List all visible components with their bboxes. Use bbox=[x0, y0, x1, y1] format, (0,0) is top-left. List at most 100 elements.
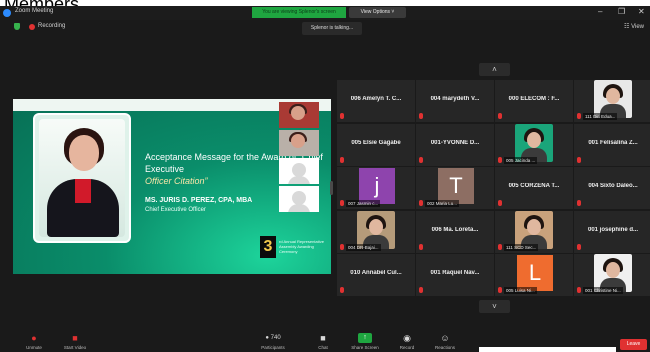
avatar-body-icon bbox=[288, 204, 310, 212]
muted-mic-icon bbox=[340, 113, 344, 119]
maximize-icon[interactable]: ❐ bbox=[618, 7, 625, 16]
muted-mic-icon bbox=[498, 157, 502, 163]
record-label: Record bbox=[399, 345, 415, 350]
participant-name: 010 Annabel Cul... bbox=[350, 270, 402, 276]
chat-button[interactable]: ■ Chat bbox=[306, 333, 340, 351]
participant-name: 004 Sixto Daleo... bbox=[588, 183, 638, 189]
muted-mic-icon bbox=[577, 157, 581, 163]
participant-tile[interactable]: 006 Amelyn T. C... bbox=[337, 80, 415, 122]
participant-name: 004 marydeth V... bbox=[430, 96, 480, 102]
start-video-label: Start Video bbox=[63, 345, 87, 350]
chat-label: Chat bbox=[318, 345, 328, 350]
muted-mic-icon bbox=[340, 287, 344, 293]
page-up-button[interactable]: ˄ bbox=[479, 63, 510, 76]
reactions-label: Reactions bbox=[434, 345, 455, 350]
participant-name: 005 CORZENA T... bbox=[508, 183, 560, 189]
participant-label: 005 Jacinda ... bbox=[504, 157, 538, 164]
participant-tile[interactable]: 010 Annabel Cul... bbox=[337, 254, 415, 296]
muted-mic-icon bbox=[340, 244, 344, 250]
participant-tile[interactable]: 004 marydeth V... bbox=[416, 80, 494, 122]
participants-button[interactable]: ● 740 Participants bbox=[256, 333, 290, 351]
muted-mic-icon bbox=[498, 113, 502, 119]
page-down-button[interactable]: ˅ bbox=[479, 300, 510, 313]
participant-gallery: 006 Amelyn T. C... 004 marydeth V... 000 E… bbox=[337, 80, 650, 296]
unmute-label: Unmute bbox=[26, 345, 42, 350]
video-face bbox=[527, 219, 541, 235]
recording-label: Recording bbox=[38, 23, 66, 29]
participant-initial-avatar: L bbox=[517, 255, 553, 291]
security-shield-icon[interactable] bbox=[14, 23, 20, 30]
unmute-button[interactable]: ● Unmute bbox=[17, 333, 51, 351]
view-label: View bbox=[631, 24, 644, 30]
participant-name: 000 ELECOM : F... bbox=[508, 96, 560, 102]
slide-speaker-name: MS. JURIS D. PEREZ, CPA, MBA bbox=[145, 197, 253, 204]
speaker-thumbnail-strip bbox=[279, 102, 319, 214]
start-video-button[interactable]: ■ Start Video bbox=[58, 333, 92, 351]
participants-label: Participants bbox=[261, 345, 285, 350]
participant-tile[interactable]: 005 CORZENA T... bbox=[495, 167, 573, 209]
photo-face bbox=[69, 135, 99, 171]
muted-mic-icon bbox=[419, 200, 423, 206]
recording-icon bbox=[29, 24, 35, 30]
participant-tile[interactable]: L 005 Luisa Ni... bbox=[495, 254, 573, 296]
thumbnail-tile[interactable] bbox=[279, 186, 319, 212]
avatar-body-icon bbox=[288, 176, 310, 184]
muted-mic-icon bbox=[419, 244, 423, 250]
zoom-logo-icon bbox=[3, 9, 11, 17]
muted-microphone-icon: ● bbox=[31, 333, 37, 343]
participant-tile[interactable]: 001 Christine Ni... bbox=[574, 254, 650, 296]
close-icon[interactable]: ✕ bbox=[638, 7, 645, 16]
participant-tile[interactable]: 005 Elsie Gagabe bbox=[337, 124, 415, 166]
reactions-button[interactable]: ☺ Reactions bbox=[428, 333, 462, 351]
participant-tile[interactable]: 001 Felisalina Z... bbox=[574, 124, 650, 166]
view-button[interactable]: ☷ View bbox=[624, 23, 644, 30]
thumbnail-tile[interactable] bbox=[279, 130, 319, 156]
participant-label: 005 Luisa Ni... bbox=[504, 287, 537, 294]
muted-mic-icon bbox=[498, 287, 502, 293]
muted-mic-icon bbox=[419, 157, 423, 163]
participant-label: 001 Christine Ni... bbox=[583, 287, 623, 294]
participant-tile[interactable]: 000 ELECOM : F... bbox=[495, 80, 573, 122]
participant-tile[interactable]: 004 Sixto Daleo... bbox=[574, 167, 650, 209]
muted-mic-icon bbox=[577, 287, 581, 293]
video-off-icon: ■ bbox=[72, 333, 78, 343]
thumbnail-face bbox=[291, 106, 305, 120]
participant-tile[interactable]: 005 Jacinda ... bbox=[495, 124, 573, 166]
participant-tile[interactable]: 111 SCD Sec... bbox=[495, 211, 573, 253]
participant-tile[interactable]: j 007 Jasmin c... bbox=[337, 167, 415, 209]
chat-icon: ■ bbox=[320, 333, 326, 343]
participant-label: 007 Jasmin c... bbox=[346, 200, 381, 207]
slide-speaker-role: Chief Executive Officer bbox=[145, 207, 206, 213]
video-face bbox=[369, 219, 383, 235]
speaker-photo bbox=[33, 113, 131, 243]
participants-count: 740 bbox=[270, 335, 281, 341]
participant-tile[interactable]: 001-YVONNE D... bbox=[416, 124, 494, 166]
avatar-icon bbox=[292, 191, 306, 205]
window-title: Zoom Meeting bbox=[15, 8, 54, 14]
participant-tile[interactable]: T 002 Maria Lu... bbox=[416, 167, 494, 209]
participant-name: 001 Felisalina Z... bbox=[588, 140, 638, 146]
muted-mic-icon bbox=[419, 287, 423, 293]
participant-initial-avatar: j bbox=[359, 168, 395, 204]
participant-name: 001 Raquel Nav... bbox=[430, 270, 480, 276]
participant-tile[interactable]: 004 DR-Bajai... bbox=[337, 211, 415, 253]
leave-button[interactable]: Leave bbox=[620, 339, 647, 350]
split-resize-handle[interactable] bbox=[330, 181, 333, 195]
video-face bbox=[606, 88, 620, 104]
participant-label: 111 SCD Sec... bbox=[504, 244, 539, 251]
thumbnail-tile[interactable] bbox=[279, 102, 319, 128]
share-screen-button[interactable]: ↑ Share Screen bbox=[348, 333, 382, 351]
video-face bbox=[606, 262, 620, 278]
participant-tile[interactable]: 001 Raquel Nav... bbox=[416, 254, 494, 296]
participant-tile[interactable]: 001 josephine d... bbox=[574, 211, 650, 253]
view-options-button[interactable]: View Options ˅ bbox=[349, 7, 406, 18]
thumbnail-tile[interactable] bbox=[279, 158, 319, 184]
muted-mic-icon bbox=[577, 113, 581, 119]
record-button[interactable]: ◉ Record bbox=[390, 333, 424, 351]
minimize-icon[interactable]: – bbox=[598, 7, 602, 16]
video-face bbox=[527, 132, 541, 148]
participant-tile[interactable]: 006 Ma. Loreta... bbox=[416, 211, 494, 253]
participant-tile[interactable]: 111 Dir. Edua... bbox=[574, 80, 650, 122]
record-icon: ◉ bbox=[403, 333, 411, 343]
photo-shirt bbox=[75, 179, 91, 203]
